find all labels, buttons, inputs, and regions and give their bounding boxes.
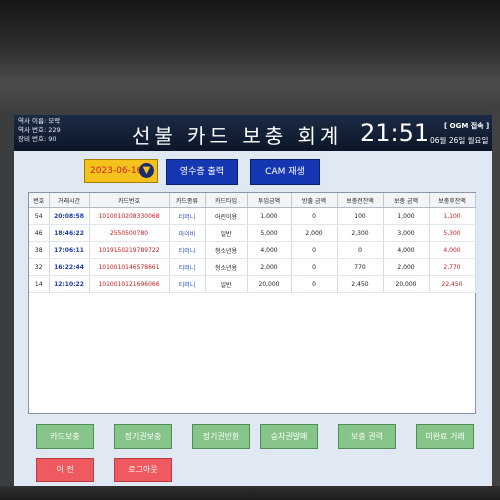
cell-balance-after: 1,100 bbox=[429, 207, 476, 225]
cell-input-amount: 20,000 bbox=[247, 275, 292, 293]
column-header: 카드종류 bbox=[169, 193, 206, 208]
station-number: 역사 번호: 229 bbox=[18, 126, 61, 134]
cell-balance-after: 22,450 bbox=[429, 275, 476, 293]
station-info: 역사 이름: 모락 역사 번호: 229 장비 번호: 90 bbox=[18, 117, 61, 144]
cell-card-type: 일반 bbox=[205, 275, 248, 293]
cell-card-type: 일반 bbox=[205, 224, 248, 242]
column-header: 투입금액 bbox=[247, 193, 292, 208]
monitor-bezel-bottom bbox=[0, 486, 500, 500]
table-row[interactable]: 54 20:08:58 1010010208330068 티머니 어린이용 1,… bbox=[29, 207, 476, 225]
cell-output-amount: 0 bbox=[291, 258, 338, 276]
cell-card-type: 청소년용 bbox=[205, 241, 248, 259]
cell-recharge-amount: 4,000 bbox=[383, 241, 430, 259]
column-header: 보충 금액 bbox=[383, 193, 430, 208]
column-header: 보충전잔액 bbox=[337, 193, 384, 208]
cell-balance-before: 770 bbox=[337, 258, 384, 276]
cell-input-amount: 2,000 bbox=[247, 258, 292, 276]
recharge-history-button[interactable]: 보충 권력 bbox=[338, 424, 396, 449]
cell-input-amount: 1,000 bbox=[247, 207, 292, 225]
cell-balance-before: 100 bbox=[337, 207, 384, 225]
card-recharge-button[interactable]: 카드보충 bbox=[36, 424, 94, 449]
cell-card-type: 청소년용 bbox=[205, 258, 248, 276]
cell-number: 14 bbox=[29, 275, 50, 293]
cell-output-amount: 0 bbox=[291, 207, 338, 225]
table-row[interactable]: 14 12:10:22 1010010121696066 티머니 일반 20,0… bbox=[29, 275, 476, 293]
table-header-row: 번호 거래시간 카드번호 카드종류 카드타입 투입금액 방출 금액 보충전잔액 … bbox=[29, 193, 476, 208]
cell-card-kind: 티머니 bbox=[169, 241, 206, 259]
header-date: 06월 26일 월요일 bbox=[430, 136, 489, 145]
cell-balance-after: 2,770 bbox=[429, 258, 476, 276]
device-number: 장비 번호: 90 bbox=[18, 135, 57, 143]
cell-input-amount: 4,000 bbox=[247, 241, 292, 259]
cell-card-kind: 티머니 bbox=[169, 258, 206, 276]
transaction-table[interactable]: 번호 거래시간 카드번호 카드종류 카드타입 투입금액 방출 금액 보충전잔액 … bbox=[28, 192, 476, 414]
prev-button[interactable]: 이 전 bbox=[36, 458, 94, 482]
kiosk-screen: 역사 이름: 모락 역사 번호: 229 장비 번호: 90 선불 카드 보충 … bbox=[14, 115, 492, 488]
cell-number: 38 bbox=[29, 241, 50, 259]
cell-card-number: 1019150219789722 bbox=[89, 241, 170, 259]
cell-balance-before: 2,450 bbox=[337, 275, 384, 293]
clock: 21:51 bbox=[360, 119, 430, 147]
ogm-status: [ OGM 접속 ] bbox=[444, 122, 490, 130]
monitor-bezel-top bbox=[0, 0, 500, 118]
table-row[interactable]: 38 17:06:11 1019150219789722 티머니 청소년용 4,… bbox=[29, 241, 476, 259]
column-header: 거래시간 bbox=[49, 193, 90, 208]
logout-button[interactable]: 로그아웃 bbox=[114, 458, 172, 482]
table-row[interactable]: 32 16:22:44 1010010146578661 티머니 청소년용 2,… bbox=[29, 258, 476, 276]
cell-time: 12:10:22 bbox=[49, 275, 90, 293]
date-picker[interactable]: 2023-06-16 ▼ bbox=[84, 159, 158, 183]
column-header: 카드타입 bbox=[205, 193, 248, 208]
cell-output-amount: 2,000 bbox=[291, 224, 338, 242]
receipt-print-button[interactable]: 영수증 출력 bbox=[166, 159, 238, 185]
monitor-bezel-right bbox=[492, 110, 500, 500]
cell-card-number: 2550500780 bbox=[89, 224, 170, 242]
unfinished-transaction-button[interactable]: 미완료 거래 bbox=[416, 424, 474, 449]
cell-balance-before: 0 bbox=[337, 241, 384, 259]
column-header: 카드번호 bbox=[89, 193, 170, 208]
cell-card-kind: 티머니 bbox=[169, 275, 206, 293]
cell-input-amount: 5,000 bbox=[247, 224, 292, 242]
cell-number: 54 bbox=[29, 207, 50, 225]
monitor-bezel-left bbox=[0, 110, 14, 500]
cam-play-button[interactable]: CAM 재생 bbox=[250, 159, 320, 185]
cell-output-amount: 0 bbox=[291, 241, 338, 259]
cell-card-number: 1010010146578661 bbox=[89, 258, 170, 276]
cell-card-number: 1010010208330068 bbox=[89, 207, 170, 225]
cell-balance-after: 5,300 bbox=[429, 224, 476, 242]
column-header: 방출 금액 bbox=[291, 193, 338, 208]
chevron-down-icon[interactable]: ▼ bbox=[139, 163, 154, 178]
cell-card-kind: 마이비 bbox=[169, 224, 206, 242]
cell-recharge-amount: 3,000 bbox=[383, 224, 430, 242]
cell-number: 46 bbox=[29, 224, 50, 242]
cell-card-kind: 티머니 bbox=[169, 207, 206, 225]
cell-output-amount: 0 bbox=[291, 275, 338, 293]
cell-card-number: 1010010121696066 bbox=[89, 275, 170, 293]
date-value: 2023-06-16 bbox=[90, 166, 143, 176]
ticket-sale-button[interactable]: 승차권발매 bbox=[260, 424, 318, 449]
cell-balance-before: 2,300 bbox=[337, 224, 384, 242]
cell-time: 17:06:11 bbox=[49, 241, 90, 259]
column-header: 보충후잔액 bbox=[429, 193, 476, 208]
cell-balance-after: 4,000 bbox=[429, 241, 476, 259]
cell-recharge-amount: 20,000 bbox=[383, 275, 430, 293]
cell-number: 32 bbox=[29, 258, 50, 276]
cell-time: 16:22:44 bbox=[49, 258, 90, 276]
cell-card-type: 어린이용 bbox=[205, 207, 248, 225]
commuter-refund-button[interactable]: 정기권반환 bbox=[192, 424, 250, 449]
column-header: 번호 bbox=[29, 193, 50, 208]
page-title: 선불 카드 보충 회계 bbox=[132, 124, 343, 148]
cell-time: 20:08:58 bbox=[49, 207, 90, 225]
station-name: 역사 이름: 모락 bbox=[18, 117, 61, 125]
commuter-recharge-button[interactable]: 정기권보충 bbox=[114, 424, 172, 449]
header-bar: 역사 이름: 모락 역사 번호: 229 장비 번호: 90 선불 카드 보충 … bbox=[14, 115, 492, 151]
cell-recharge-amount: 2,000 bbox=[383, 258, 430, 276]
cell-time: 18:46:22 bbox=[49, 224, 90, 242]
table-row[interactable]: 46 18:46:22 2550500780 마이비 일반 5,000 2,00… bbox=[29, 224, 476, 242]
cell-recharge-amount: 1,000 bbox=[383, 207, 430, 225]
